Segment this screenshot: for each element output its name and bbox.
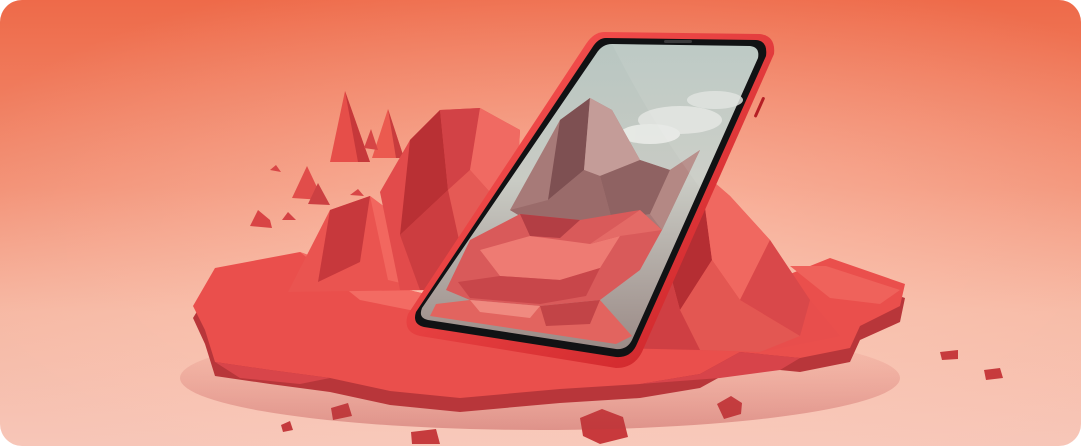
lowpoly-phone-illustration: [0, 0, 1081, 446]
speaker-slot: [664, 40, 692, 43]
illustration-frame: [0, 0, 1081, 446]
